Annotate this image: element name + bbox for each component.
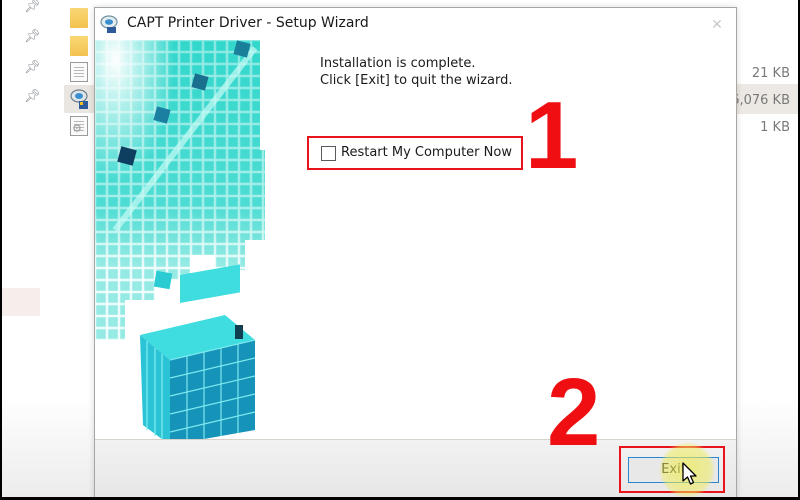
message-line-1: Installation is complete. <box>320 56 476 71</box>
document-icon[interactable] <box>70 62 88 82</box>
title-bar[interactable]: CAPT Printer Driver - Setup Wizard ✕ <box>95 8 736 40</box>
nav-pane-selection <box>2 288 40 316</box>
setup-icon[interactable] <box>70 88 90 110</box>
file-size: 1 KB <box>760 120 790 135</box>
file-size: 21 KB <box>751 66 790 81</box>
pin-icon[interactable]: 📌︎ <box>24 0 41 14</box>
dialog-title: CAPT Printer Driver - Setup Wizard <box>127 15 369 31</box>
folder-icon[interactable] <box>70 8 88 28</box>
app-icon <box>100 15 118 33</box>
pin-icon[interactable]: 📌︎ <box>24 61 41 75</box>
completion-message: Installation is complete. Click [Exit] t… <box>320 55 513 89</box>
step-1-annotation: 1 <box>525 82 579 189</box>
restart-checkbox-label[interactable]: Restart My Computer Now <box>341 145 512 160</box>
settings-file-icon[interactable] <box>70 116 88 136</box>
restart-highlight-box: Restart My Computer Now <box>307 136 523 170</box>
file-size: 6,076 KB <box>731 93 790 108</box>
close-icon[interactable]: ✕ <box>706 14 728 36</box>
pin-icon[interactable]: 📌︎ <box>24 90 41 104</box>
banner-artwork <box>95 40 295 440</box>
exit-button[interactable]: Exit <box>628 457 719 483</box>
restart-checkbox[interactable] <box>321 146 336 161</box>
setup-wizard-dialog: CAPT Printer Driver - Setup Wizard ✕ Ins… <box>94 7 737 497</box>
message-line-2: Click [Exit] to quit the wizard. <box>320 73 513 88</box>
exit-highlight-box: Exit <box>619 442 725 497</box>
folder-icon[interactable] <box>70 36 88 56</box>
step-2-annotation: 2 <box>547 359 601 466</box>
pin-icon[interactable]: 📌︎ <box>24 30 41 44</box>
screen: 📌︎ 📌︎ 📌︎ 📌︎ 21 KB 6,076 KB 1 KB CAPT Pri… <box>2 0 798 497</box>
